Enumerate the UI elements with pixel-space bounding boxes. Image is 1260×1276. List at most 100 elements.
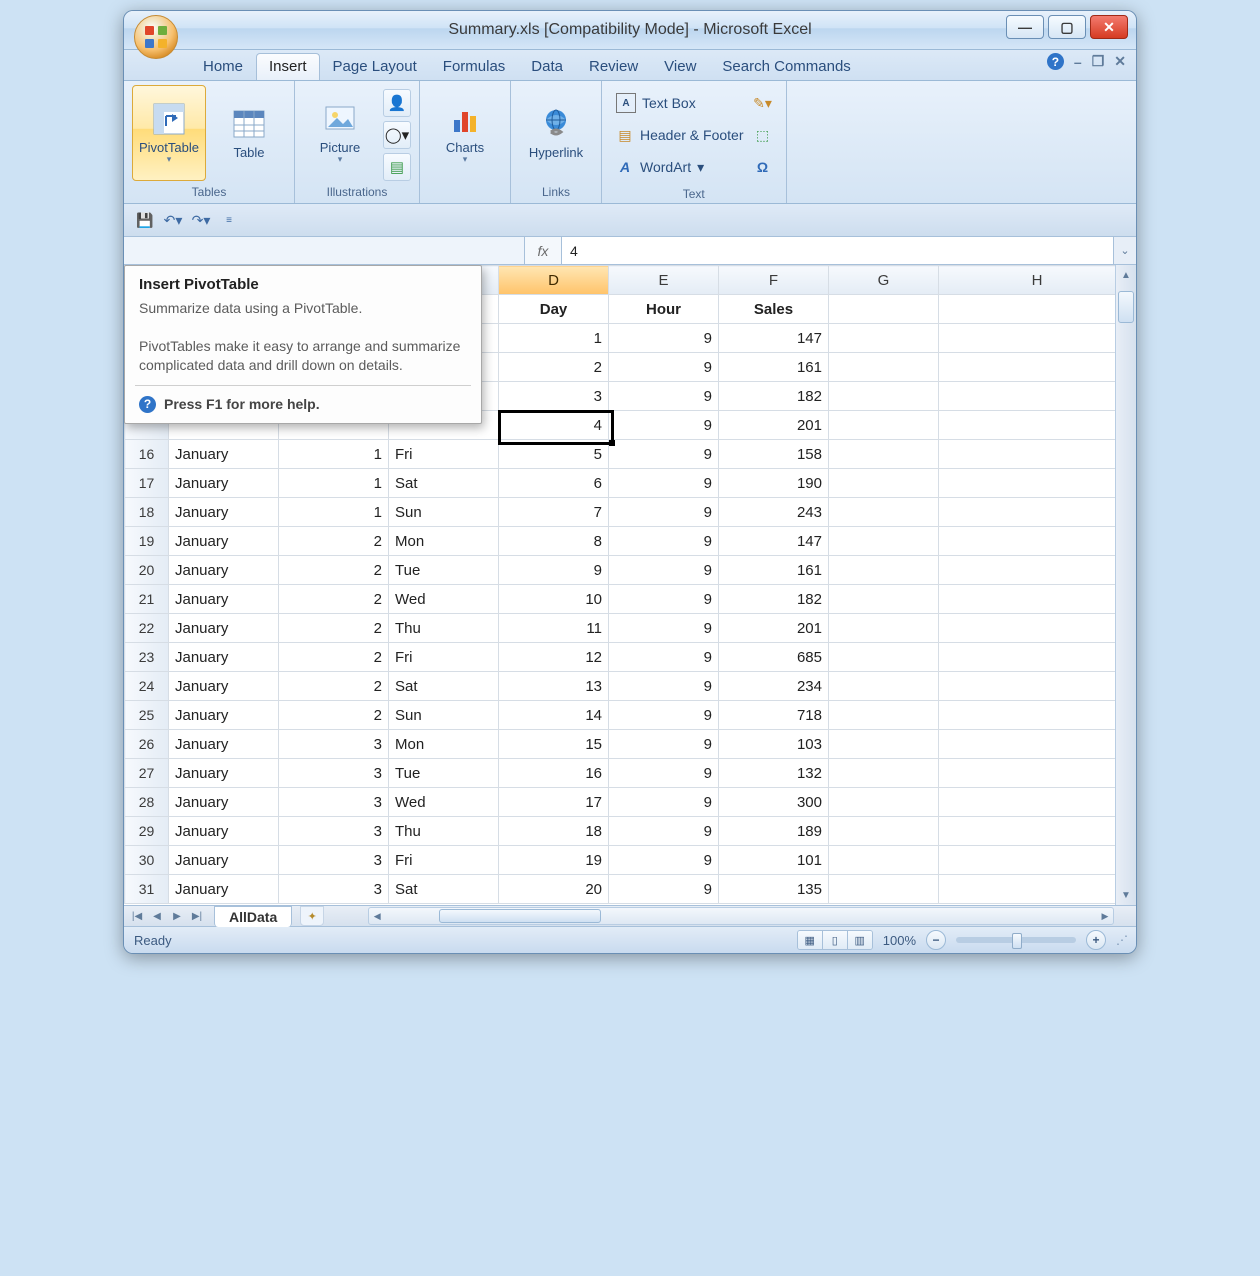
- clipart-button[interactable]: 👤: [383, 89, 411, 117]
- table-row[interactable]: 17January1Sat69190: [125, 469, 1136, 498]
- table-row[interactable]: 25January2Sun149718: [125, 701, 1136, 730]
- signature-button[interactable]: ✎▾: [754, 94, 772, 112]
- tab-nav-next[interactable]: ▶: [168, 908, 186, 924]
- tab-search-commands[interactable]: Search Commands: [709, 53, 863, 80]
- hyperlink-label: Hyperlink: [529, 146, 583, 160]
- row-header[interactable]: 18: [125, 498, 169, 527]
- col-G[interactable]: G: [829, 266, 939, 295]
- row-header[interactable]: 29: [125, 817, 169, 846]
- tab-data[interactable]: Data: [518, 53, 576, 80]
- row-header[interactable]: 30: [125, 846, 169, 875]
- fx-button[interactable]: fx: [524, 237, 562, 264]
- charts-button[interactable]: Charts: [428, 85, 502, 181]
- table-row[interactable]: 23January2Fri129685: [125, 643, 1136, 672]
- vertical-scrollbar[interactable]: ▲ ▼: [1115, 265, 1136, 905]
- object-button[interactable]: ⬚: [754, 126, 772, 144]
- hscroll-thumb[interactable]: [439, 909, 601, 923]
- row-header[interactable]: 26: [125, 730, 169, 759]
- table-row[interactable]: 18January1Sun79243: [125, 498, 1136, 527]
- table-row[interactable]: 29January3Thu189189: [125, 817, 1136, 846]
- help-icon[interactable]: ?: [1047, 53, 1064, 70]
- scroll-down-icon[interactable]: ▼: [1116, 885, 1136, 905]
- pivottable-button[interactable]: PivotTable: [132, 85, 206, 181]
- headerfooter-button[interactable]: ▤Header & Footer: [616, 126, 744, 144]
- worksheet[interactable]: D E F G H Day Hour Sales 191472916139182…: [124, 265, 1136, 906]
- close-button[interactable]: ✕: [1090, 15, 1128, 39]
- symbol-button[interactable]: Ω: [754, 158, 772, 176]
- quick-access-toolbar: 💾 ↶▾ ↷▾ ≡: [124, 204, 1136, 237]
- horizontal-scrollbar[interactable]: ◀ ▶: [368, 907, 1114, 925]
- row-header[interactable]: 25: [125, 701, 169, 730]
- row-header[interactable]: 27: [125, 759, 169, 788]
- redo-button[interactable]: ↷▾: [190, 209, 212, 231]
- table-row[interactable]: 26January3Mon159103: [125, 730, 1136, 759]
- tab-nav-prev[interactable]: ◀: [148, 908, 166, 924]
- formula-expand-button[interactable]: ⌄: [1113, 237, 1136, 264]
- row-header[interactable]: 24: [125, 672, 169, 701]
- tab-view[interactable]: View: [651, 53, 709, 80]
- hyperlink-button[interactable]: Hyperlink: [519, 85, 593, 181]
- smartart-button[interactable]: ▤: [383, 153, 411, 181]
- row-header[interactable]: 17: [125, 469, 169, 498]
- row-header[interactable]: 31: [125, 875, 169, 904]
- picture-button[interactable]: Picture: [303, 85, 377, 181]
- page-layout-view-icon[interactable]: ▯: [823, 931, 848, 949]
- table-row[interactable]: 22January2Thu119201: [125, 614, 1136, 643]
- save-button[interactable]: 💾: [134, 209, 156, 231]
- zoom-knob[interactable]: [1012, 933, 1022, 949]
- tab-insert[interactable]: Insert: [256, 53, 320, 80]
- window-minimize-icon[interactable]: –: [1074, 54, 1082, 70]
- minimize-button[interactable]: —: [1006, 15, 1044, 39]
- tab-review[interactable]: Review: [576, 53, 651, 80]
- row-header[interactable]: 19: [125, 527, 169, 556]
- resize-grip-icon[interactable]: ⋰: [1116, 933, 1126, 947]
- page-break-view-icon[interactable]: ▥: [848, 931, 872, 949]
- textbox-button[interactable]: AText Box: [616, 93, 744, 113]
- tab-home[interactable]: Home: [190, 53, 256, 80]
- table-row[interactable]: 28January3Wed179300: [125, 788, 1136, 817]
- table-row[interactable]: 21January2Wed109182: [125, 585, 1136, 614]
- row-header[interactable]: 23: [125, 643, 169, 672]
- col-E[interactable]: E: [609, 266, 719, 295]
- undo-button[interactable]: ↶▾: [162, 209, 184, 231]
- zoom-slider[interactable]: [956, 937, 1076, 943]
- vscroll-thumb[interactable]: [1118, 291, 1134, 323]
- window-close-icon[interactable]: ✕: [1114, 53, 1126, 70]
- qat-customize-button[interactable]: ≡: [218, 209, 240, 231]
- table-button[interactable]: Table: [212, 85, 286, 181]
- formula-input[interactable]: 4: [562, 237, 1113, 264]
- row-header[interactable]: 22: [125, 614, 169, 643]
- table-row[interactable]: 31January3Sat209135: [125, 875, 1136, 904]
- shapes-button[interactable]: ◯▾: [383, 121, 411, 149]
- row-header[interactable]: 28: [125, 788, 169, 817]
- col-H[interactable]: H: [939, 266, 1136, 295]
- tab-nav-first[interactable]: |◀: [128, 908, 146, 924]
- scroll-right-icon[interactable]: ▶: [1097, 908, 1113, 924]
- office-button[interactable]: [134, 15, 178, 59]
- table-row[interactable]: 20January2Tue99161: [125, 556, 1136, 585]
- tab-formulas[interactable]: Formulas: [430, 53, 519, 80]
- table-row[interactable]: 27January3Tue169132: [125, 759, 1136, 788]
- col-F[interactable]: F: [719, 266, 829, 295]
- scroll-left-icon[interactable]: ◀: [369, 908, 385, 924]
- table-row[interactable]: 30January3Fri199101: [125, 846, 1136, 875]
- row-header[interactable]: 20: [125, 556, 169, 585]
- zoom-in-button[interactable]: +: [1086, 930, 1106, 950]
- tab-nav-last[interactable]: ▶|: [188, 908, 206, 924]
- table-row[interactable]: 24January2Sat139234: [125, 672, 1136, 701]
- zoom-out-button[interactable]: −: [926, 930, 946, 950]
- window-restore-icon[interactable]: ❐: [1092, 53, 1105, 70]
- new-sheet-button[interactable]: ✦: [300, 906, 324, 926]
- normal-view-icon[interactable]: ▦: [798, 931, 823, 949]
- row-header[interactable]: 21: [125, 585, 169, 614]
- scroll-up-icon[interactable]: ▲: [1116, 265, 1136, 285]
- maximize-button[interactable]: ▢: [1048, 15, 1086, 39]
- table-row[interactable]: 19January2Mon89147: [125, 527, 1136, 556]
- tab-page-layout[interactable]: Page Layout: [320, 53, 430, 80]
- sheet-tab-alldata[interactable]: AllData: [214, 906, 292, 927]
- view-buttons[interactable]: ▦ ▯ ▥: [797, 930, 873, 950]
- wordart-button[interactable]: AWordArt ▾: [616, 158, 744, 176]
- table-row[interactable]: 16January1Fri59158: [125, 440, 1136, 469]
- row-header[interactable]: 16: [125, 440, 169, 469]
- col-D[interactable]: D: [499, 266, 609, 295]
